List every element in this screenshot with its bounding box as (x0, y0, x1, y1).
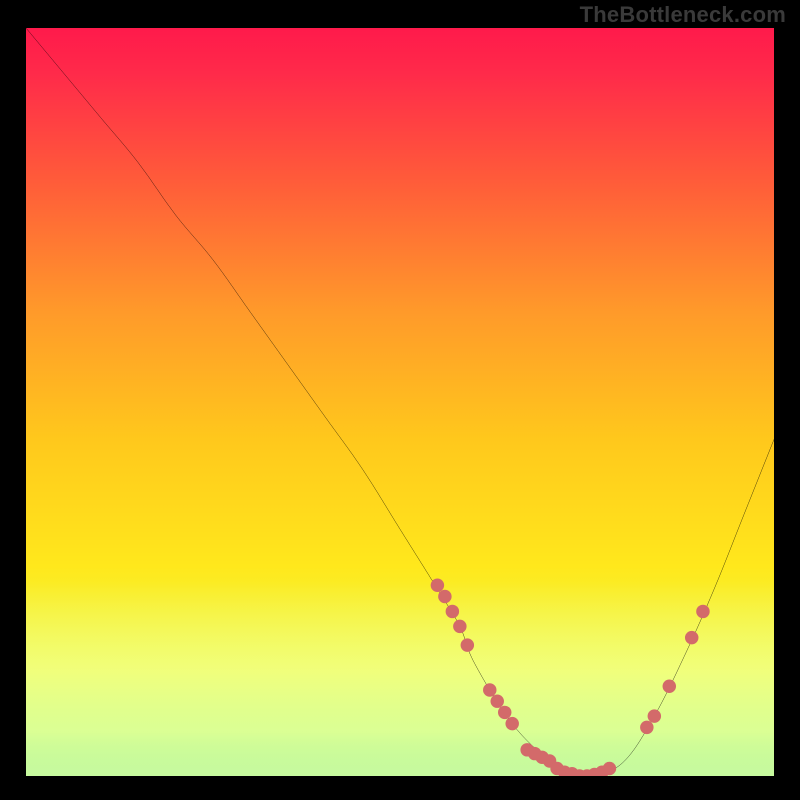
curve-marker (696, 605, 709, 618)
curve-marker (648, 709, 661, 722)
curve-marker (505, 717, 518, 730)
curve-marker (483, 683, 496, 696)
curve-marker (640, 721, 653, 734)
curve-marker (603, 762, 616, 775)
curve-marker (438, 590, 451, 603)
curve-marker (491, 694, 504, 707)
chart-bottom-glow (26, 582, 774, 776)
chart-frame: TheBottleneck.com (0, 0, 800, 800)
watermark-label: TheBottleneck.com (580, 2, 786, 28)
curve-marker (453, 620, 466, 633)
curve-marker (461, 638, 474, 651)
curve-marker (685, 631, 698, 644)
curve-marker (431, 579, 444, 592)
curve-marker (663, 680, 676, 693)
curve-marker (446, 605, 459, 618)
curve-marker (498, 706, 511, 719)
bottleneck-chart-svg (26, 28, 774, 776)
